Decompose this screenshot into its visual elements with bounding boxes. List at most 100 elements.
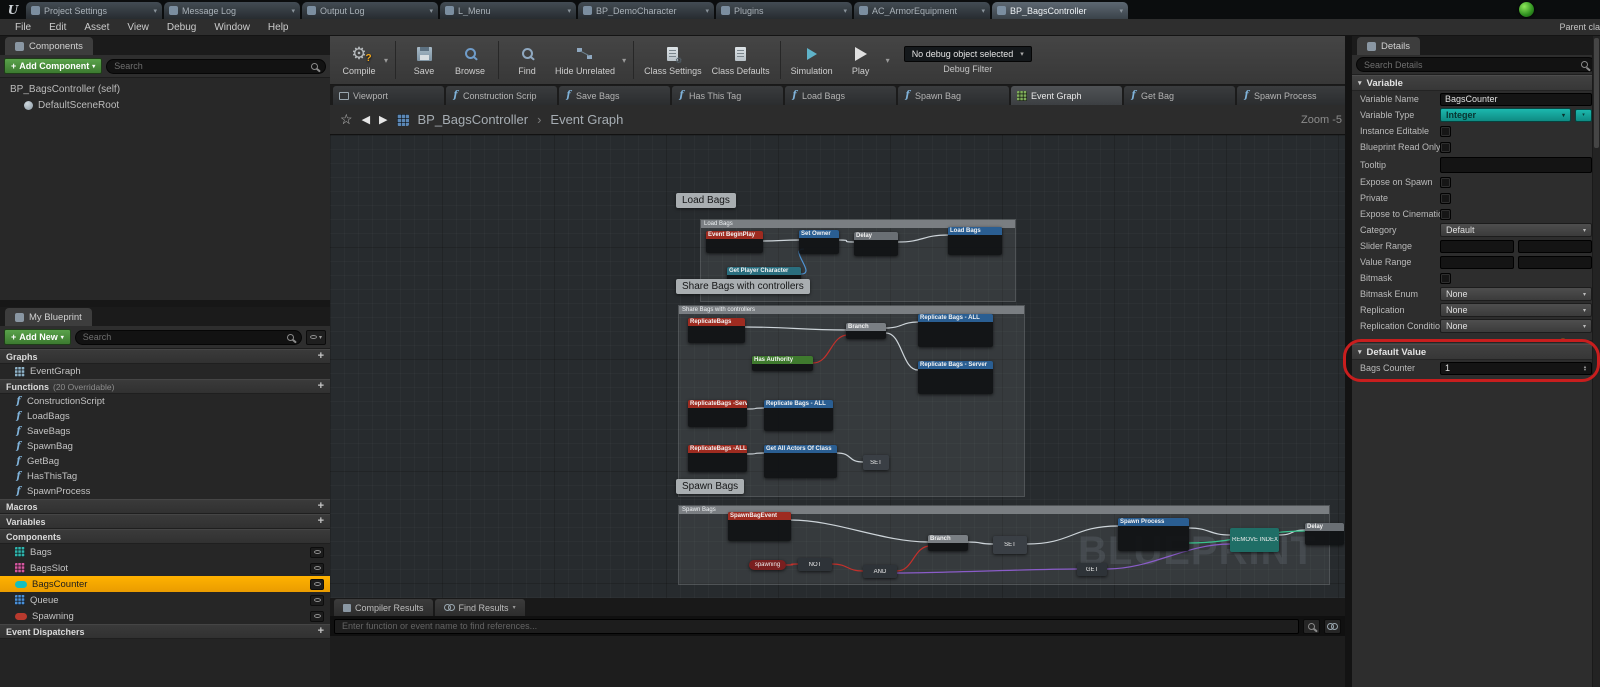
components-search-input[interactable]: Search [106, 59, 326, 74]
tab-details[interactable]: Details [1357, 37, 1420, 55]
eye-icon[interactable] [310, 611, 324, 622]
graph-node-event-beginplay[interactable]: Event BeginPlay [706, 231, 763, 253]
add-component-button[interactable]: + Add Component ▾ [4, 58, 102, 74]
graph-node-replicate-bags-all[interactable]: Replicate Bags - ALL [918, 314, 993, 347]
tree-item[interactable]: DefaultSceneRoot [0, 97, 330, 113]
graph-node-spawn-process[interactable]: Spawn Process [1118, 518, 1189, 551]
graph-node-get[interactable]: GET [1077, 563, 1107, 576]
graph-node-get-all-actors-of-class[interactable]: Get All Actors Of Class [764, 445, 837, 478]
window-tab-bp-democharacter[interactable]: BP_DemoCharacter▾ [578, 2, 714, 19]
forward-arrow-icon[interactable]: ▶ [379, 113, 387, 126]
play-button[interactable]: Play [838, 37, 884, 83]
tab-components[interactable]: Components [5, 37, 93, 55]
private-checkbox[interactable] [1440, 193, 1451, 204]
doc-tab-get-bag[interactable]: fGet Bag [1124, 86, 1235, 105]
graph-node-replicate-bags-all[interactable]: Replicate Bags - ALL [764, 400, 833, 431]
graph-node-set[interactable]: SET [993, 536, 1027, 554]
doc-tab-construction-scrip[interactable]: fConstruction Scrip [446, 86, 557, 105]
doc-tab-spawn-process[interactable]: fSpawn Process [1237, 86, 1348, 105]
compile-button[interactable]: ⚙? Compile [336, 37, 382, 83]
graph-node-set-owner[interactable]: Set Owner [799, 230, 839, 254]
play-options-chevron-icon[interactable]: ▾ [884, 56, 892, 65]
range-max-input[interactable] [1518, 240, 1592, 253]
doc-tab-viewport[interactable]: Viewport [333, 86, 444, 105]
section-event-dispatchers[interactable]: Event Dispatchers+ [0, 624, 330, 639]
find-in-blueprints-button[interactable] [1324, 619, 1341, 634]
tooltip-input[interactable] [1440, 157, 1592, 173]
find-button[interactable]: Find [504, 37, 550, 83]
blueprint-read-only-checkbox[interactable] [1440, 142, 1451, 153]
favorite-star-icon[interactable]: ☆ [340, 111, 353, 128]
eye-icon[interactable] [310, 579, 324, 590]
graph-node-load-bags[interactable]: Load Bags [948, 227, 1002, 255]
bp-item-bagsslot[interactable]: BagsSlot [0, 560, 330, 576]
eye-icon[interactable] [310, 547, 324, 558]
window-tab-bp-bagscontroller[interactable]: BP_BagsController▾ [992, 2, 1128, 19]
hide-unrelated-chevron-icon[interactable]: ▾ [620, 56, 628, 65]
variable-type-dropdown[interactable]: Integer▾ [1440, 108, 1571, 122]
add-icon[interactable]: + [318, 501, 324, 512]
breadcrumb-root[interactable]: BP_BagsController [418, 112, 529, 127]
graph-node-spawnbagevent[interactable]: SpawnBagEvent [728, 512, 791, 541]
add-icon[interactable]: + [318, 626, 324, 637]
menu-debug[interactable]: Debug [158, 22, 205, 33]
doc-tab-has-this-tag[interactable]: fHas This Tag [672, 86, 783, 105]
simulation-button[interactable]: Simulation [786, 37, 838, 83]
green-sphere-icon[interactable] [1519, 2, 1534, 17]
add-icon[interactable]: + [318, 351, 324, 362]
comment-zoom-label[interactable]: Load Bags [676, 193, 736, 208]
hide-unrelated-button[interactable]: Hide Unrelated [550, 37, 620, 83]
scrollbar-thumb[interactable] [1594, 38, 1599, 148]
doc-tab-spawn-bag[interactable]: fSpawn Bag [898, 86, 1009, 105]
graph-node-and[interactable]: AND [863, 565, 897, 578]
eye-icon[interactable] [310, 595, 324, 606]
graph-node-set[interactable]: SET [863, 455, 889, 470]
search-button[interactable] [1303, 619, 1320, 634]
spinner-icon[interactable]: ▲▼ [1583, 365, 1587, 372]
find-references-input[interactable]: Enter function or event name to find ref… [334, 619, 1299, 634]
bp-item-eventgraph[interactable]: EventGraph [0, 364, 330, 379]
expose-on-spawn-checkbox[interactable] [1440, 177, 1451, 188]
details-section-variable[interactable]: ▾Variable [1352, 75, 1600, 91]
details-search-input[interactable]: Search Details [1356, 57, 1596, 72]
panel-splitter[interactable] [0, 300, 330, 307]
compile-options-chevron-icon[interactable]: ▾ [382, 56, 390, 65]
graph-node-replicatebags-all[interactable]: ReplicateBags -ALL [688, 445, 747, 472]
graph-node-remove-index[interactable]: REMOVE INDEX [1230, 528, 1279, 552]
bitmask-enum-dropdown[interactable]: None▾ [1440, 287, 1592, 301]
replication-dropdown[interactable]: None▾ [1440, 303, 1592, 317]
range-max-input[interactable] [1518, 256, 1592, 269]
view-options-button[interactable]: ▾ [306, 330, 326, 345]
graph-node-delay[interactable]: Delay [1305, 523, 1344, 545]
menu-edit[interactable]: Edit [40, 22, 75, 33]
menu-help[interactable]: Help [259, 22, 298, 33]
section-macros[interactable]: Macros+ [0, 499, 330, 514]
bp-item-spawning[interactable]: Spawning [0, 608, 330, 624]
window-tab-output-log[interactable]: Output Log▾ [302, 2, 438, 19]
vertical-splitter[interactable] [1345, 36, 1352, 687]
my-blueprint-search-input[interactable]: Search [75, 330, 302, 345]
bp-item-hasthistag[interactable]: fHasThisTag [0, 469, 330, 484]
add-icon[interactable]: + [318, 381, 324, 392]
bp-item-spawnprocess[interactable]: fSpawnProcess [0, 484, 330, 499]
section-components[interactable]: Components [0, 529, 330, 544]
expose-to-cinematic-checkbox[interactable] [1440, 209, 1451, 220]
window-tab-l-menu[interactable]: L_Menu▾ [440, 2, 576, 19]
debug-object-dropdown[interactable]: No debug object selected ▾ [904, 46, 1032, 62]
details-section-default-value[interactable]: ▾Default Value [1352, 344, 1600, 360]
category-dropdown[interactable]: Default▾ [1440, 223, 1592, 237]
graph-node-branch[interactable]: Branch [846, 323, 886, 339]
doc-tab-event-graph[interactable]: Event Graph [1011, 86, 1122, 105]
bp-item-bags[interactable]: Bags [0, 544, 330, 560]
tab-find-results[interactable]: Find Results ▾ [435, 599, 525, 616]
graph-node-replicate-bags-server[interactable]: Replicate Bags - Server [918, 361, 993, 394]
comment-zoom-label[interactable]: Share Bags with controllers [676, 279, 810, 294]
bp-item-loadbags[interactable]: fLoadBags [0, 409, 330, 424]
range-min-input[interactable] [1440, 256, 1514, 269]
details-scrollbar[interactable] [1592, 36, 1600, 687]
bp-item-spawnbag[interactable]: fSpawnBag [0, 439, 330, 454]
bp-item-getbag[interactable]: fGetBag [0, 454, 330, 469]
window-tab-plugins[interactable]: Plugins▾ [716, 2, 852, 19]
doc-tab-save-bags[interactable]: fSave Bags [559, 86, 670, 105]
section-functions[interactable]: Functions(20 Overridable)+ [0, 379, 330, 394]
